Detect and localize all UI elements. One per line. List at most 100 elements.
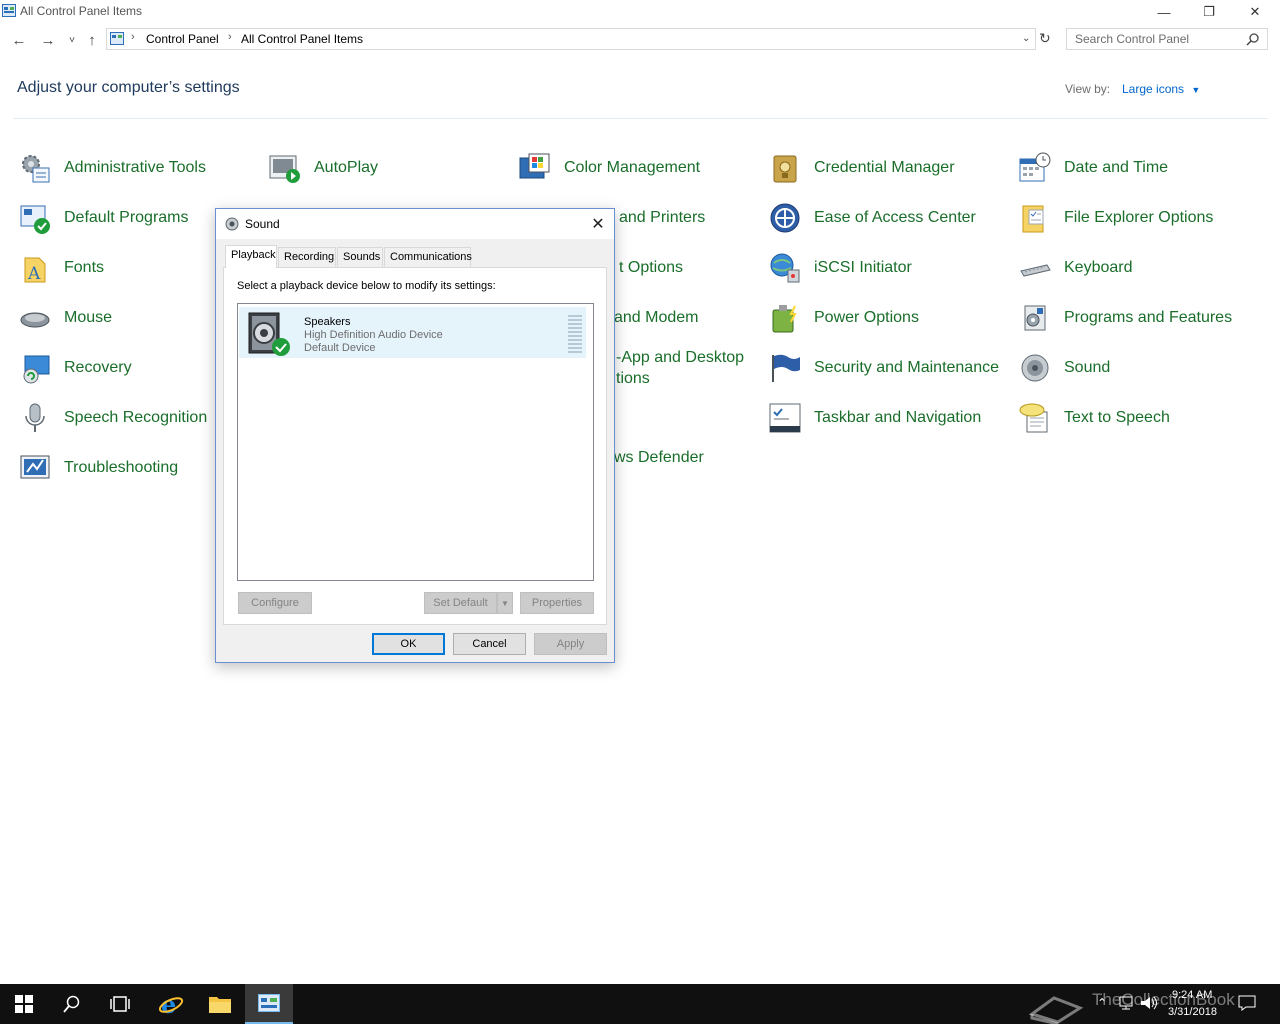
close-window-button[interactable]: ✕ bbox=[1232, 0, 1278, 24]
administrative-tools-icon bbox=[19, 152, 51, 184]
item-label: Mouse bbox=[64, 309, 113, 326]
item-internet-options-partial[interactable]: t Options bbox=[619, 259, 683, 277]
item-label: Administrative Tools bbox=[64, 159, 206, 176]
clock-time[interactable]: 9:24 AM bbox=[1172, 989, 1212, 1001]
volume-icon[interactable] bbox=[1140, 995, 1158, 1011]
chevron-down-icon: ˅ bbox=[69, 34, 75, 46]
item-autoplay[interactable]: AutoPlay bbox=[269, 148, 378, 188]
caret-down-icon: ▼ bbox=[501, 598, 509, 608]
item-file-explorer-options[interactable]: File Explorer Options bbox=[1019, 198, 1213, 238]
item-default-programs[interactable]: Default Programs bbox=[19, 198, 189, 238]
show-hidden-icons-button[interactable]: ⌃ bbox=[1097, 996, 1107, 1010]
ok-button[interactable]: OK bbox=[372, 633, 445, 655]
cancel-button[interactable]: Cancel bbox=[453, 633, 526, 655]
clock-date[interactable]: 3/31/2018 bbox=[1168, 1006, 1217, 1018]
control-panel-taskbar-button[interactable] bbox=[245, 984, 293, 1024]
device-description: High Definition Audio Device bbox=[304, 329, 443, 341]
internet-explorer-button[interactable]: e bbox=[147, 984, 195, 1024]
taskbar-icon bbox=[769, 402, 801, 434]
item-programs-and-features[interactable]: Programs and Features bbox=[1019, 298, 1232, 338]
autoplay-icon bbox=[269, 152, 301, 184]
breadcrumb-all-items[interactable]: All Control Panel Items bbox=[241, 32, 363, 46]
task-view-button[interactable] bbox=[96, 984, 144, 1024]
set-default-dropdown[interactable]: ▼ bbox=[497, 592, 513, 614]
tab-sounds[interactable]: Sounds bbox=[337, 247, 383, 267]
button-label: Cancel bbox=[472, 638, 507, 650]
restore-button[interactable]: ❐ bbox=[1186, 0, 1232, 24]
item-label: Taskbar and Navigation bbox=[814, 409, 982, 426]
item-label: Troubleshooting bbox=[64, 459, 179, 476]
item-recovery[interactable]: Recovery bbox=[19, 348, 132, 388]
arrow-left-icon: ← bbox=[11, 31, 27, 49]
device-item-speakers[interactable]: Speakers High Definition Audio Device De… bbox=[239, 307, 586, 358]
title-bar bbox=[0, 0, 1280, 24]
item-power-options[interactable]: Power Options bbox=[769, 298, 919, 338]
search-icon[interactable] bbox=[1246, 32, 1260, 46]
item-sound[interactable]: Sound bbox=[1019, 348, 1110, 388]
caret-down-icon: ▼ bbox=[1191, 85, 1201, 95]
item-remoteapp-partial-line2[interactable]: tions bbox=[616, 370, 650, 388]
tab-communications[interactable]: Communications bbox=[384, 247, 472, 267]
chevron-down-icon: ⌄ bbox=[1022, 33, 1031, 44]
minimize-icon: — bbox=[1157, 4, 1171, 20]
item-windows-defender-partial[interactable]: ws Defender bbox=[614, 449, 704, 467]
view-by-label: View by: bbox=[1065, 82, 1111, 96]
minimize-button[interactable]: — bbox=[1141, 0, 1187, 24]
tab-playback[interactable]: Playback bbox=[225, 245, 277, 268]
default-programs-icon bbox=[19, 202, 51, 234]
configure-button[interactable]: Configure bbox=[238, 592, 312, 614]
file-explorer-button[interactable] bbox=[196, 984, 244, 1024]
item-fonts[interactable]: A Fonts bbox=[19, 248, 104, 288]
item-ease-of-access-center[interactable]: Ease of Access Center bbox=[769, 198, 976, 238]
item-devices-and-printers-partial[interactable]: and Printers bbox=[619, 209, 705, 227]
restore-icon: ❐ bbox=[1203, 4, 1215, 19]
refresh-button[interactable]: ↻ bbox=[1039, 30, 1051, 47]
speaker-device-icon bbox=[245, 311, 293, 357]
search-icon bbox=[63, 995, 80, 1013]
item-label: AutoPlay bbox=[314, 159, 379, 176]
device-name: Speakers bbox=[304, 316, 351, 328]
item-troubleshooting[interactable]: Troubleshooting bbox=[19, 448, 178, 488]
item-text-to-speech[interactable]: Text to Speech bbox=[1019, 398, 1170, 438]
watermark-book-logo bbox=[1028, 984, 1084, 1026]
item-taskbar-and-navigation[interactable]: Taskbar and Navigation bbox=[769, 398, 981, 438]
item-iscsi-initiator[interactable]: iSCSI Initiator bbox=[769, 248, 912, 288]
power-options-icon bbox=[769, 302, 801, 334]
properties-button[interactable]: Properties bbox=[520, 592, 594, 614]
button-label: Configure bbox=[251, 597, 299, 609]
item-mouse[interactable]: Mouse bbox=[19, 298, 112, 338]
device-status: Default Device bbox=[304, 342, 376, 354]
item-administrative-tools[interactable]: Administrative Tools bbox=[19, 148, 206, 188]
breadcrumb-control-panel[interactable]: Control Panel bbox=[146, 32, 219, 46]
item-remoteapp-partial-line1[interactable]: -App and Desktop bbox=[616, 349, 744, 367]
forward-button[interactable]: → bbox=[38, 30, 58, 50]
item-label: Security and Maintenance bbox=[814, 359, 999, 376]
recent-locations-button[interactable]: ˅ bbox=[62, 30, 82, 50]
item-phone-and-modem-partial[interactable]: and Modem bbox=[614, 309, 699, 327]
item-speech-recognition[interactable]: Speech Recognition bbox=[19, 398, 207, 438]
apply-button[interactable]: Apply bbox=[534, 633, 607, 655]
item-color-management[interactable]: Color Management bbox=[519, 148, 700, 188]
up-button[interactable]: ↑ bbox=[82, 30, 102, 50]
item-keyboard[interactable]: Keyboard bbox=[1019, 248, 1133, 288]
item-date-and-time[interactable]: Date and Time bbox=[1019, 148, 1168, 188]
address-dropdown-button[interactable]: ⌄ bbox=[1022, 33, 1030, 44]
iscsi-initiator-icon bbox=[769, 252, 801, 284]
set-default-button[interactable]: Set Default bbox=[424, 592, 497, 614]
device-list[interactable]: Speakers High Definition Audio Device De… bbox=[237, 303, 594, 581]
network-icon[interactable] bbox=[1118, 995, 1134, 1011]
item-security-and-maintenance[interactable]: Security and Maintenance bbox=[769, 348, 999, 388]
dialog-close-button[interactable]: ✕ bbox=[586, 213, 610, 235]
breadcrumb-separator: › bbox=[228, 31, 232, 43]
start-button[interactable] bbox=[0, 984, 48, 1024]
item-label: Text to Speech bbox=[1064, 409, 1170, 426]
item-label: Programs and Features bbox=[1064, 309, 1233, 326]
search-button[interactable] bbox=[48, 984, 96, 1024]
chevron-up-icon: ⌃ bbox=[1097, 996, 1108, 1010]
item-credential-manager[interactable]: Credential Manager bbox=[769, 148, 955, 188]
tab-recording[interactable]: Recording bbox=[278, 247, 336, 267]
item-label: Date and Time bbox=[1064, 159, 1169, 176]
action-center-button[interactable] bbox=[1238, 995, 1256, 1011]
back-button[interactable]: ← bbox=[9, 30, 29, 50]
view-by-dropdown[interactable]: Large icons ▼ bbox=[1122, 82, 1200, 96]
